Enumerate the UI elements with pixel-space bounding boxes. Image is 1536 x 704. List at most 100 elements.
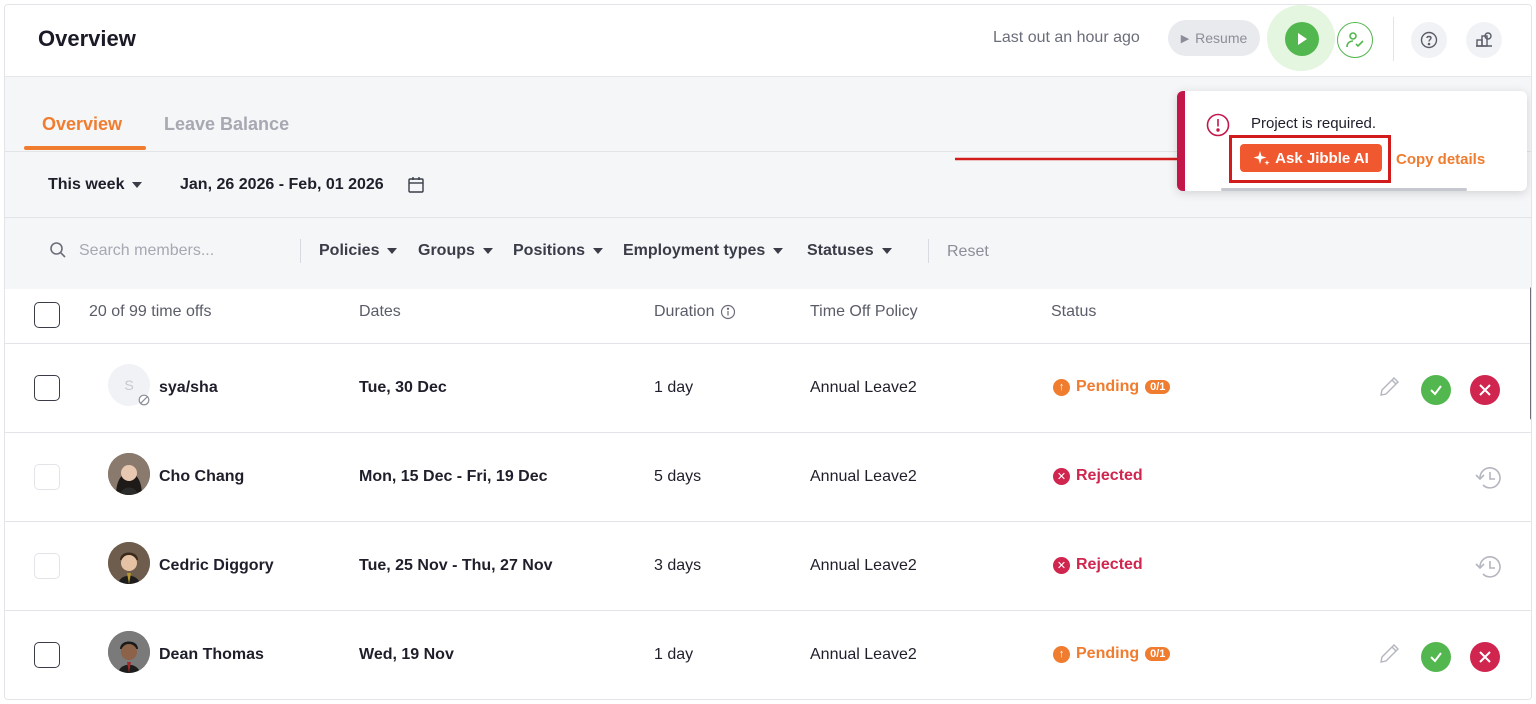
error-toast: Project is required. Ask Jibble AI Copy … <box>1177 91 1527 191</box>
close-icon <box>1479 651 1491 663</box>
history-icon[interactable] <box>1472 552 1504 582</box>
clock-in-button[interactable] <box>1285 22 1319 56</box>
date-range[interactable]: Jan, 26 2026 - Feb, 01 2026 <box>180 176 384 194</box>
status-badge: ✕ Rejected <box>1053 467 1143 485</box>
member-name[interactable]: Cho Chang <box>159 468 244 486</box>
help-button[interactable] <box>1411 22 1447 58</box>
filter-label: Positions <box>513 242 586 259</box>
active-tab-indicator <box>24 146 146 150</box>
close-icon <box>1479 384 1491 396</box>
filter-label: Employment types <box>623 242 766 259</box>
time-off-policy: Annual Leave2 <box>810 379 917 396</box>
approval-count-badge: 0/1 <box>1145 380 1171 394</box>
status-label: Rejected <box>1076 556 1143 573</box>
approve-button[interactable] <box>1421 375 1451 405</box>
filter-groups[interactable]: Groups <box>418 242 493 260</box>
row-checkbox[interactable] <box>34 375 60 401</box>
time-off-duration: 3 days <box>654 557 702 574</box>
filter-positions[interactable]: Positions <box>513 242 604 260</box>
approval-count-badge: 0/1 <box>1145 647 1171 661</box>
chevron-down-icon <box>387 248 398 254</box>
toast-accent-bar <box>1177 91 1185 191</box>
column-header-status: Status <box>1051 303 1097 320</box>
toast-message: Project is required. <box>1251 115 1377 132</box>
time-off-dates: Wed, 19 Nov <box>359 646 454 663</box>
column-header-dates: Dates <box>359 303 401 320</box>
row-checkbox <box>34 553 60 579</box>
chevron-down-icon <box>773 248 784 254</box>
top-bar: Overview Last out an hour ago ▶ Resume <box>5 5 1531 77</box>
time-off-policy: Annual Leave2 <box>810 646 917 663</box>
row-checkbox <box>34 464 60 490</box>
status-label: Pending <box>1076 378 1140 395</box>
filter-statuses[interactable]: Statuses <box>807 242 892 260</box>
avatar-initial: S <box>124 377 134 393</box>
page-title: Overview <box>38 26 136 51</box>
time-off-dates: Tue, 25 Nov - Thu, 27 Nov <box>359 557 553 574</box>
vertical-scrollbar[interactable] <box>1530 287 1531 420</box>
time-off-count: 20 of 99 time offs <box>89 303 212 320</box>
approve-button[interactable] <box>1421 642 1451 672</box>
org-icon <box>1476 32 1492 47</box>
alert-icon <box>1206 113 1230 137</box>
person-check-button[interactable] <box>1337 22 1373 58</box>
toast-progress-bar <box>1221 188 1467 191</box>
table-header <box>5 289 1531 344</box>
chevron-down-icon <box>881 248 892 254</box>
info-icon[interactable] <box>720 304 736 320</box>
status-label: Pending <box>1076 645 1140 662</box>
time-off-duration: 1 day <box>654 379 694 396</box>
select-all-checkbox[interactable] <box>34 302 60 328</box>
column-header-label: Duration <box>654 303 715 320</box>
sparkle-icon <box>1253 151 1270 166</box>
period-dropdown[interactable]: This week <box>48 176 143 194</box>
period-label: This week <box>48 176 125 193</box>
ask-ai-label: Ask Jibble AI <box>1275 149 1369 167</box>
organization-button[interactable] <box>1466 22 1502 58</box>
filter-label: Policies <box>319 242 380 259</box>
filter-employment-types[interactable]: Employment types <box>623 242 784 260</box>
ask-jibble-ai-button[interactable]: Ask Jibble AI <box>1240 144 1382 172</box>
x-circle-icon: ✕ <box>1053 556 1070 574</box>
play-small-icon: ▶ <box>1180 32 1190 45</box>
tab-overview[interactable]: Overview <box>42 114 122 135</box>
member-name[interactable]: Cedric Diggory <box>159 557 274 575</box>
blocked-icon <box>138 394 150 406</box>
reset-button[interactable]: Reset <box>947 243 989 261</box>
check-icon <box>1430 652 1442 663</box>
resume-button[interactable]: ▶ Resume <box>1168 20 1260 56</box>
avatar <box>108 542 150 584</box>
time-off-duration: 5 days <box>654 468 702 485</box>
x-circle-icon: ✕ <box>1053 467 1070 485</box>
person-check-icon <box>1346 32 1364 48</box>
status-badge: ↑ Pending 0/1 <box>1053 378 1171 396</box>
reject-button[interactable] <box>1470 642 1500 672</box>
calendar-icon[interactable] <box>407 176 425 194</box>
member-name[interactable]: sya/sha <box>159 379 218 397</box>
history-icon[interactable] <box>1472 463 1504 493</box>
header-divider <box>1393 17 1394 61</box>
chevron-down-icon <box>132 182 143 188</box>
time-off-dates: Tue, 30 Dec <box>359 379 447 396</box>
filter-policies[interactable]: Policies <box>319 242 398 260</box>
time-off-duration: 1 day <box>654 646 694 663</box>
resume-label: Resume <box>1195 30 1248 46</box>
table-row[interactable] <box>5 344 1531 433</box>
pencil-icon[interactable] <box>1377 642 1401 666</box>
status-badge: ✕ Rejected <box>1053 556 1143 574</box>
copy-details-link[interactable]: Copy details <box>1396 151 1485 168</box>
reject-button[interactable] <box>1470 375 1500 405</box>
pencil-icon[interactable] <box>1377 375 1401 399</box>
member-name[interactable]: Dean Thomas <box>159 646 264 664</box>
status-badge: ↑ Pending 0/1 <box>1053 645 1171 663</box>
column-header-duration: Duration <box>654 303 736 321</box>
chevron-down-icon <box>593 248 604 254</box>
tab-leave-balance[interactable]: Leave Balance <box>164 114 289 135</box>
filter-label: Groups <box>418 242 475 259</box>
play-icon <box>1298 33 1307 45</box>
row-checkbox[interactable] <box>34 642 60 668</box>
filter-label: Statuses <box>807 242 874 259</box>
time-off-policy: Annual Leave2 <box>810 557 917 574</box>
search-members-input[interactable] <box>79 238 289 264</box>
arrow-up-icon: ↑ <box>1053 645 1070 663</box>
